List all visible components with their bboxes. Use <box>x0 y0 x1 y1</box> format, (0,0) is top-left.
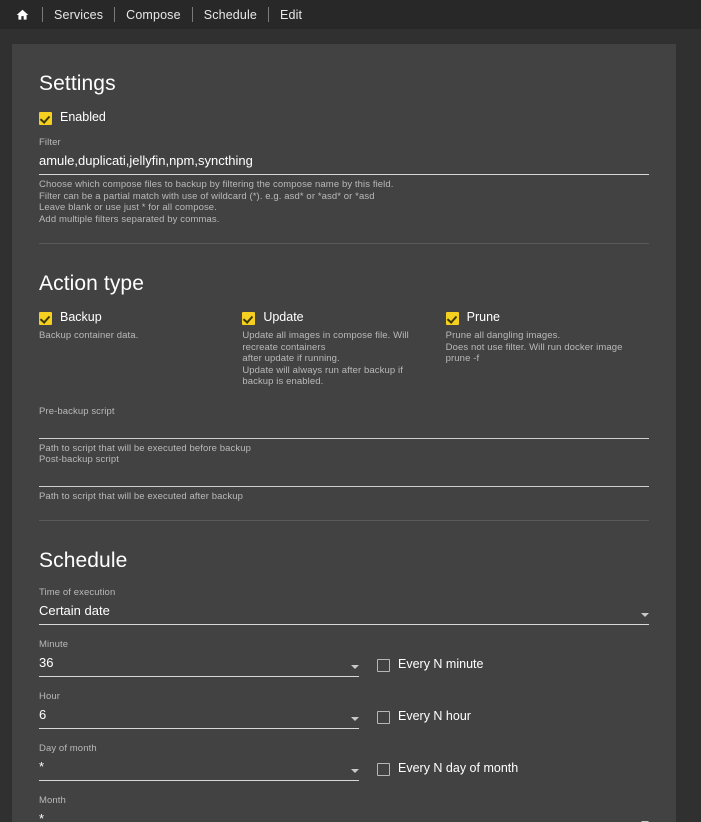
pre-backup-script-label: Pre-backup script <box>39 406 649 417</box>
action-option-update: Update Update all images in compose file… <box>242 310 445 388</box>
every-n-day-of-month-row[interactable]: Every N day of month <box>359 743 518 776</box>
update-help: Update all images in compose file. Will … <box>242 330 431 388</box>
filter-help-line-3: Leave blank or use just * for all compos… <box>39 202 649 214</box>
minute-select[interactable]: 36 <box>39 654 359 676</box>
update-checkbox-row[interactable]: Update <box>242 310 431 325</box>
pre-backup-script-help: Path to script that will be executed bef… <box>39 439 649 455</box>
hour-label: Hour <box>39 691 359 702</box>
time-of-execution-field: Time of execution Certain date <box>39 587 649 625</box>
every-n-hour-label: Every N hour <box>398 709 471 724</box>
month-select[interactable]: * <box>39 810 649 822</box>
day-of-month-chevron-down-icon[interactable] <box>351 769 359 773</box>
nav-divider-3 <box>192 7 193 22</box>
post-backup-script-label: Post-backup script <box>39 454 649 465</box>
filter-input[interactable]: amule,duplicati,jellyfin,npm,syncthing <box>39 152 649 174</box>
backup-checkbox-row[interactable]: Backup <box>39 310 228 325</box>
nav-divider-4 <box>268 7 269 22</box>
home-icon[interactable] <box>14 6 31 23</box>
hour-select[interactable]: 6 <box>39 706 359 728</box>
action-option-prune: Prune Prune all dangling images. Does no… <box>446 310 649 388</box>
day-of-month-field: Day of month * <box>39 743 359 781</box>
filter-help: Choose which compose files to backup by … <box>39 175 649 225</box>
update-label: Update <box>263 310 303 325</box>
minute-row: Minute 36 Every N minute <box>39 639 649 677</box>
backup-checkbox[interactable] <box>39 312 52 325</box>
minute-chevron-down-icon[interactable] <box>351 665 359 669</box>
hour-row: Hour 6 Every N hour <box>39 691 649 729</box>
hour-chevron-down-icon[interactable] <box>351 717 359 721</box>
minute-field: Minute 36 <box>39 639 359 677</box>
time-of-execution-chevron-down-icon[interactable] <box>641 613 649 617</box>
update-help-line-1: Update all images in compose file. Will … <box>242 330 431 353</box>
day-of-month-row: Day of month * Every N day of month <box>39 743 649 781</box>
day-of-month-label: Day of month <box>39 743 359 754</box>
backup-help: Backup container data. <box>39 330 228 342</box>
schedule-edit-card: Settings Enabled Filter amule,duplicati,… <box>12 44 676 822</box>
backup-help-line-1: Backup container data. <box>39 330 228 342</box>
day-of-month-underline <box>39 780 359 781</box>
filter-label: Filter <box>39 137 649 148</box>
enabled-checkbox-row[interactable]: Enabled <box>39 110 649 125</box>
prune-checkbox-row[interactable]: Prune <box>446 310 635 325</box>
time-of-execution-label: Time of execution <box>39 587 649 598</box>
hour-underline <box>39 728 359 729</box>
every-n-day-of-month-checkbox[interactable] <box>377 763 390 776</box>
nav-link-schedule[interactable]: Schedule <box>204 8 257 22</box>
every-n-minute-checkbox[interactable] <box>377 659 390 672</box>
prune-help: Prune all dangling images. Does not use … <box>446 330 635 365</box>
settings-section-title: Settings <box>39 44 649 110</box>
schedule-section-title: Schedule <box>39 521 649 587</box>
prune-checkbox[interactable] <box>446 312 459 325</box>
prune-label: Prune <box>467 310 500 325</box>
nav-divider-2 <box>114 7 115 22</box>
month-field: Month * <box>39 795 649 822</box>
every-n-hour-checkbox[interactable] <box>377 711 390 724</box>
month-label: Month <box>39 795 649 806</box>
pre-backup-script-input[interactable] <box>39 421 649 438</box>
prune-help-line-2: Does not use filter. Will run docker ima… <box>446 342 635 365</box>
enabled-checkbox[interactable] <box>39 112 52 125</box>
day-of-month-select[interactable]: * <box>39 758 359 780</box>
filter-help-line-4: Add multiple filters separated by commas… <box>39 214 649 226</box>
minute-label: Minute <box>39 639 359 650</box>
action-option-backup: Backup Backup container data. <box>39 310 242 388</box>
action-type-section-title: Action type <box>39 244 649 310</box>
enabled-label: Enabled <box>60 110 106 125</box>
update-checkbox[interactable] <box>242 312 255 325</box>
update-help-line-3: Update will always run after backup if b… <box>242 365 431 388</box>
nav-divider-1 <box>42 7 43 22</box>
every-n-hour-row[interactable]: Every N hour <box>359 691 471 724</box>
time-of-execution-select[interactable]: Certain date <box>39 602 649 624</box>
filter-help-line-1: Choose which compose files to backup by … <box>39 179 649 191</box>
hour-field: Hour 6 <box>39 691 359 729</box>
every-n-day-of-month-label: Every N day of month <box>398 761 518 776</box>
every-n-minute-label: Every N minute <box>398 657 483 672</box>
nav-link-compose[interactable]: Compose <box>126 8 181 22</box>
page-body: Settings Enabled Filter amule,duplicati,… <box>0 29 701 822</box>
action-type-options: Backup Backup container data. Update Upd… <box>39 310 649 388</box>
minute-underline <box>39 676 359 677</box>
nav-link-edit[interactable]: Edit <box>280 8 302 22</box>
filter-field: Filter amule,duplicati,jellyfin,npm,sync… <box>39 137 649 225</box>
backup-label: Backup <box>60 310 102 325</box>
post-backup-script-input[interactable] <box>39 469 649 486</box>
top-navigation-bar: Services Compose Schedule Edit <box>0 0 701 29</box>
filter-help-line-2: Filter can be a partial match with use o… <box>39 191 649 203</box>
post-backup-script-help: Path to script that will be executed aft… <box>39 487 649 503</box>
update-help-line-2: after update if running. <box>242 353 431 365</box>
time-of-execution-underline <box>39 624 649 625</box>
post-backup-script-field: Post-backup script Path to script that w… <box>39 454 649 503</box>
every-n-minute-row[interactable]: Every N minute <box>359 639 483 672</box>
nav-link-services[interactable]: Services <box>54 8 103 22</box>
pre-backup-script-field: Pre-backup script Path to script that wi… <box>39 406 649 455</box>
prune-help-line-1: Prune all dangling images. <box>446 330 635 342</box>
